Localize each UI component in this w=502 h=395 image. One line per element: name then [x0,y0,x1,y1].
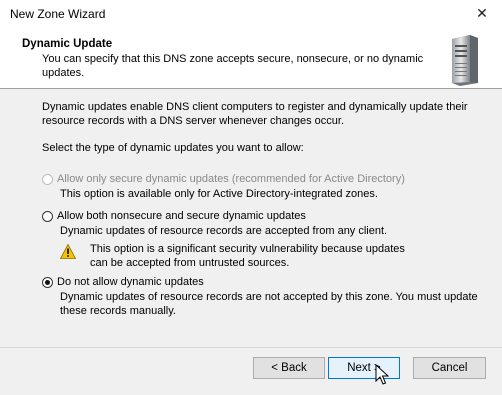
selection-prompt: Select the type of dynamic updates you w… [42,142,304,154]
option-secure-only-label: Allow only secure dynamic updates (recom… [57,173,405,185]
page-title: Dynamic Update [22,38,113,50]
intro-paragraph: Dynamic updates enable DNS client comput… [42,101,468,127]
page-description: You can specify that this DNS zone accep… [42,53,424,79]
cancel-button[interactable]: Cancel [413,357,486,379]
radio-nonsecure-and-secure[interactable] [42,210,53,222]
window-title: New Zone Wizard [10,7,106,21]
new-zone-wizard-window: New Zone Wizard ✕ Dynamic Update You can… [0,0,502,395]
option-no-updates[interactable]: Do not allow dynamic updates [42,274,204,290]
next-button[interactable]: Next > [328,357,400,379]
server-icon [452,35,478,86]
option-nonsecure-and-secure-description: Dynamic updates of resource records are … [60,225,388,237]
footer-divider [0,347,502,348]
security-warning-text: This option is a significant security vu… [90,243,405,269]
wizard-header: Dynamic Update You can specify that this… [0,27,502,89]
option-secure-only: Allow only secure dynamic updates (recom… [42,171,405,187]
close-icon[interactable]: ✕ [462,0,502,27]
radio-secure-only [42,173,53,185]
radio-no-updates[interactable] [42,276,53,288]
warning-icon [60,244,76,259]
option-no-updates-description: Dynamic updates of resource records are … [60,291,478,317]
option-secure-only-description: This option is available only for Active… [60,188,378,200]
title-bar: New Zone Wizard ✕ [0,0,502,27]
mouse-cursor-icon [375,364,389,385]
option-nonsecure-and-secure[interactable]: Allow both nonsecure and secure dynamic … [42,208,306,224]
option-no-updates-label[interactable]: Do not allow dynamic updates [57,276,204,288]
option-nonsecure-and-secure-label[interactable]: Allow both nonsecure and secure dynamic … [57,210,306,222]
back-button[interactable]: < Back [253,357,325,379]
